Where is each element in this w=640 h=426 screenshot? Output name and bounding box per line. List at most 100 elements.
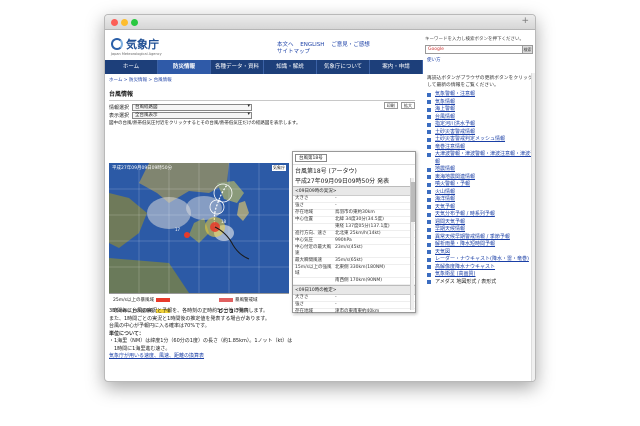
main-content: ホーム > 防災情報 > 台風情報 台風情報 情報選択 台風経路図 表示選択 全… bbox=[109, 77, 416, 319]
sidebar: 再読込ボタンがブラウザの更新ボタンをクリックして最新の情報をご覧ください。 気象… bbox=[425, 73, 535, 381]
typhoon-name: 台風第18号 (アータウ) bbox=[295, 168, 357, 175]
nav-knowledge[interactable]: 知識・解説 bbox=[264, 60, 317, 74]
sidebar-item[interactable]: 海上警報 bbox=[425, 106, 535, 114]
sidebar-item[interactable]: 指定河川洪水予報 bbox=[425, 121, 535, 129]
sidebar-item[interactable]: 火山情報 bbox=[425, 189, 535, 197]
link-main-content[interactable]: 本文へ bbox=[277, 42, 294, 48]
sidebar-item[interactable]: 天気予報 bbox=[425, 204, 535, 212]
sidebar-item[interactable]: 噴火警報・予報 bbox=[425, 181, 535, 189]
sidebar-intro: 再読込ボタンがブラウザの更新ボタンをクリックして最新の情報をご覧ください。 bbox=[427, 76, 533, 88]
page-scrollbar[interactable] bbox=[531, 73, 535, 381]
zoom-window-button[interactable] bbox=[131, 19, 138, 26]
minimize-window-button[interactable] bbox=[121, 19, 128, 26]
svg-text:18: 18 bbox=[221, 219, 227, 224]
sidebar-item[interactable]: 週間天気予報 bbox=[425, 219, 535, 227]
sidebar-item[interactable]: 海洋情報 bbox=[425, 196, 535, 204]
sidebar-item[interactable]: 異常天候早期警戒情報 / 季節予報 bbox=[425, 234, 535, 242]
intro-text: 図中の台風/熱帯低気圧付近をクリックするとその台風/熱帯低気圧だけの経路図を表示… bbox=[109, 121, 301, 126]
nav-about[interactable]: 気象庁について bbox=[317, 60, 370, 74]
search-input[interactable]: Google 検索 bbox=[425, 45, 533, 54]
sidebar-item[interactable]: アメダス 地図形式 / 表形式 bbox=[425, 279, 535, 287]
search-button[interactable]: 検索 bbox=[522, 46, 532, 53]
print-button[interactable]: 印刷 bbox=[383, 102, 398, 109]
header-links: 本文へ ENGLISH ご意見・ご感想 サイトマップ bbox=[277, 42, 375, 56]
units-line: 1時間に1海里進む速さ。 bbox=[109, 345, 171, 352]
svg-text:17: 17 bbox=[175, 227, 181, 232]
jma-logo-icon bbox=[111, 38, 123, 50]
legend-warning-area: 暴風警戒域 bbox=[219, 297, 258, 303]
display-select-row: 表示選択 全台風表示 bbox=[109, 112, 415, 119]
browser-window: + 気象庁 Japan Meteorological Agency 本文へ EN… bbox=[104, 14, 536, 382]
new-tab-button[interactable]: + bbox=[521, 16, 529, 26]
sidebar-list: 気象警報・注意報 気象情報 海上警報 台風情報 指定河川洪水予報 土砂災害警戒情… bbox=[425, 91, 535, 286]
info-row: 15m/s以上の強風域 北東側 330km(180NM) bbox=[293, 265, 415, 278]
global-nav: ホーム 防災情報 各種データ・資料 知識・解説 気象庁について 案内・申請 bbox=[105, 60, 423, 74]
enlarge-button[interactable]: 拡大 bbox=[401, 102, 415, 109]
sidebar-item[interactable]: 天気図 bbox=[425, 249, 535, 257]
size-buttons: 印刷 拡大 bbox=[382, 102, 415, 109]
note-line: 台風の中心が予報円に入る確率は70%です。 bbox=[109, 323, 210, 329]
search-help-link[interactable]: 使い方 bbox=[427, 57, 441, 63]
display-select-label: 表示選択 bbox=[109, 113, 130, 119]
sidebar-item[interactable]: 竜巻注意情報 bbox=[425, 144, 535, 152]
typhoon-select[interactable]: 台風第18号 bbox=[295, 154, 327, 162]
notes: 3時間毎に台風の実況と予報を、各時刻の正時約50分後に発表します。 また、1時間… bbox=[109, 308, 409, 361]
sidebar-item[interactable]: 気象情報 bbox=[425, 99, 535, 107]
info-row: 大きさ - bbox=[293, 295, 415, 302]
map-title: 平成27年09月09日09時50分 bbox=[112, 166, 173, 171]
search-brand: Google bbox=[428, 47, 444, 52]
units-heading: 単位について： bbox=[109, 330, 144, 337]
note-line: 3時間毎に台風の実況と予報を、各時刻の正時約50分後に発表します。 bbox=[109, 308, 269, 314]
display-select[interactable]: 全台風表示 bbox=[132, 112, 253, 119]
sidebar-item[interactable]: 天気分布予報 / 時系列予報 bbox=[425, 211, 535, 219]
sidebar-item[interactable]: 地震情報 bbox=[425, 166, 535, 174]
typhoon-issued-time: 平成27年09月09日09時50分 発表 bbox=[295, 178, 390, 185]
nav-data[interactable]: 各種データ・資料 bbox=[211, 60, 264, 74]
info-row: 中心付近の最大風速 23m/s(45kt) bbox=[293, 245, 415, 258]
sidebar-item[interactable]: 早期天候情報 bbox=[425, 226, 535, 234]
sidebar-item[interactable]: 大津波警報・津波警報・津波注意報・津波予報 bbox=[425, 151, 535, 166]
link-english[interactable]: ENGLISH bbox=[300, 42, 324, 48]
info-row: 大きさ - bbox=[293, 196, 415, 203]
section-heading-observed: <09日09時の実況> bbox=[293, 186, 415, 196]
sidebar-item[interactable]: 土砂災害警戒判定メッシュ情報 bbox=[425, 136, 535, 144]
close-window-button[interactable] bbox=[111, 19, 118, 26]
typhoon-track-map[interactable]: 17 18 平成27年09月09日09時50分 気象庁 25m/s以上の暴風域 … bbox=[109, 163, 289, 319]
section-heading-estimated: <09日10時の推定> bbox=[293, 285, 415, 295]
link-feedback[interactable]: ご意見・ご感想 bbox=[331, 42, 370, 48]
map-graphic: 17 18 bbox=[109, 163, 289, 293]
info-panel-header: 台風第18号 bbox=[293, 152, 415, 165]
site-logo[interactable]: 気象庁 bbox=[111, 36, 159, 52]
sidebar-item[interactable]: レーダー・ナウキャスト(降水・雷・竜巻) bbox=[425, 256, 535, 264]
info-row: 強さ - bbox=[293, 203, 415, 210]
info-row: 中心気圧 990hPa bbox=[293, 238, 415, 245]
site-subtitle: Japan Meteorological Agency bbox=[111, 52, 162, 56]
info-row: 東経 137度05分(137.1度) bbox=[293, 224, 415, 231]
sidebar-item[interactable]: 台風情報 bbox=[425, 114, 535, 122]
legend-storm-swatch bbox=[155, 298, 170, 302]
info-select[interactable]: 台風経路図 bbox=[132, 104, 253, 111]
site-title: 気象庁 bbox=[126, 38, 159, 51]
scrollbar-thumb[interactable] bbox=[411, 182, 415, 222]
page-title: 台風情報 bbox=[109, 89, 415, 101]
sidebar-item[interactable]: 高解像度降水ナウキャスト bbox=[425, 264, 535, 272]
sidebar-item[interactable]: 解析雨量・降水短時間予報 bbox=[425, 241, 535, 249]
link-sitemap[interactable]: サイトマップ bbox=[277, 49, 310, 55]
info-row: 中心位置 北緯 34度30分(34.5度) bbox=[293, 217, 415, 224]
sidebar-item[interactable]: 気象警報・注意報 bbox=[425, 91, 535, 99]
info-select-label: 情報選択 bbox=[109, 105, 130, 111]
info-panel-scrollbar[interactable] bbox=[410, 178, 415, 310]
info-select-row: 情報選択 台風経路図 bbox=[109, 104, 415, 111]
nav-application[interactable]: 案内・申請 bbox=[370, 60, 423, 74]
info-row: 南西側 170km(90NM) bbox=[293, 278, 415, 285]
nav-home[interactable]: ホーム bbox=[105, 60, 158, 74]
conversion-table-link[interactable]: 気象庁が用いる速度、風速、距離の換算表 bbox=[109, 353, 409, 361]
sidebar-item[interactable]: 東海地震関連情報 bbox=[425, 174, 535, 182]
title-bar: + bbox=[105, 15, 535, 30]
nav-disaster-info[interactable]: 防災情報 bbox=[158, 60, 211, 74]
breadcrumb[interactable]: ホーム > 防災情報 > 台風情報 bbox=[109, 77, 415, 83]
sidebar-item[interactable]: 気象衛星 (高画質) bbox=[425, 271, 535, 279]
sidebar-item[interactable]: 土砂災害警戒情報 bbox=[425, 129, 535, 137]
map-stamp: 気象庁 bbox=[272, 165, 286, 171]
info-row: 最大瞬間風速 35m/s(65kt) bbox=[293, 258, 415, 265]
